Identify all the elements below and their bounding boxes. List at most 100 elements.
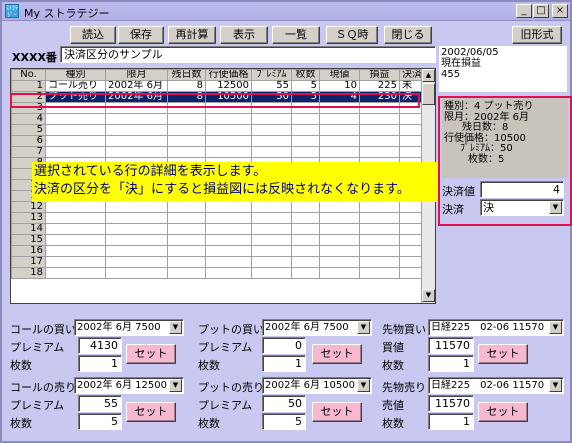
chevron-down-icon[interactable]: ▼ xyxy=(549,201,562,214)
cell-days[interactable] xyxy=(167,124,206,136)
cell-price[interactable] xyxy=(319,146,360,158)
cell-days[interactable] xyxy=(167,223,206,235)
cell-premium[interactable] xyxy=(251,113,292,125)
cell-type[interactable] xyxy=(45,245,106,257)
cell-qty[interactable] xyxy=(291,135,320,147)
put-buy-premium-input[interactable]: 0 xyxy=(262,337,306,354)
put-sell-set-button[interactable]: セット xyxy=(312,402,362,422)
cell-type[interactable] xyxy=(45,113,106,125)
cell-days[interactable] xyxy=(167,201,206,213)
cell-month[interactable] xyxy=(105,113,168,125)
scroll-thumb[interactable] xyxy=(422,83,435,105)
cell-premium[interactable] xyxy=(251,245,292,257)
cell-price[interactable] xyxy=(319,135,360,147)
recalculate-button[interactable]: 再計算 xyxy=(168,26,216,44)
call-buy-qty-input[interactable]: 1 xyxy=(78,355,122,372)
column-header[interactable]: 現値 xyxy=(319,69,360,81)
cell-premium[interactable] xyxy=(251,201,292,213)
cell-type[interactable] xyxy=(45,146,106,158)
cell-premium[interactable] xyxy=(251,212,292,224)
row-number[interactable]: 18 xyxy=(11,267,46,279)
row-number[interactable]: 17 xyxy=(11,256,46,268)
cell-days[interactable] xyxy=(167,234,206,246)
cell-days[interactable]: 8 xyxy=(167,80,206,92)
cell-pl[interactable] xyxy=(359,212,400,224)
table-row[interactable]: 16 xyxy=(11,245,425,257)
chevron-down-icon[interactable]: ▼ xyxy=(169,379,182,392)
column-header[interactable]: 行使価格 xyxy=(205,69,252,81)
cell-price[interactable] xyxy=(319,245,360,257)
cell-pl[interactable] xyxy=(359,201,400,213)
row-number[interactable]: 13 xyxy=(11,212,46,224)
scroll-down-icon[interactable]: ▼ xyxy=(422,289,435,302)
table-row[interactable]: 6 xyxy=(11,135,425,147)
cell-strike[interactable] xyxy=(205,223,252,235)
cell-premium[interactable]: 55 xyxy=(251,80,292,92)
cell-strike[interactable] xyxy=(205,113,252,125)
cell-qty[interactable] xyxy=(291,201,320,213)
table-row[interactable]: 1 コール売り 2002年 6月 8 12500 55 5 10 225 未 xyxy=(11,80,425,92)
cell-month[interactable] xyxy=(105,256,168,268)
chevron-down-icon[interactable]: ▼ xyxy=(549,321,562,334)
cell-premium[interactable] xyxy=(251,135,292,147)
column-header[interactable]: 種別 xyxy=(45,69,106,81)
cell-strike[interactable] xyxy=(205,124,252,136)
row-number[interactable]: 4 xyxy=(11,113,46,125)
old-format-button[interactable]: 旧形式 xyxy=(512,26,562,44)
cell-qty[interactable] xyxy=(291,267,320,279)
row-number[interactable]: 6 xyxy=(11,135,46,147)
cell-premium[interactable] xyxy=(251,256,292,268)
cell-month[interactable] xyxy=(105,135,168,147)
list-button[interactable]: 一覧 xyxy=(272,26,320,44)
cell-price[interactable] xyxy=(319,256,360,268)
table-row[interactable]: 7 xyxy=(11,146,425,158)
column-header[interactable]: No. xyxy=(11,69,46,81)
column-header[interactable]: 損益 xyxy=(359,69,400,81)
strategy-name-input[interactable]: 決済区分のサンプル xyxy=(60,46,436,63)
future-buy-select[interactable]: 日経225 02-06 11570 ▼ xyxy=(428,319,564,336)
cell-type[interactable] xyxy=(45,212,106,224)
cell-type[interactable] xyxy=(45,201,106,213)
cell-strike[interactable] xyxy=(205,245,252,257)
cell-price[interactable] xyxy=(319,113,360,125)
cell-type[interactable] xyxy=(45,223,106,235)
column-header[interactable]: ﾌﾟﾚﾐｱﾑ xyxy=(251,69,292,81)
future-buy-qty-input[interactable]: 1 xyxy=(428,355,474,372)
cell-qty[interactable]: 5 xyxy=(291,80,320,92)
cell-qty[interactable] xyxy=(291,146,320,158)
cell-type[interactable] xyxy=(45,124,106,136)
cell-strike[interactable] xyxy=(205,267,252,279)
cell-month[interactable]: 2002年 6月 xyxy=(105,80,168,92)
cell-days[interactable] xyxy=(167,267,206,279)
cell-strike[interactable] xyxy=(205,146,252,158)
cell-qty[interactable] xyxy=(291,234,320,246)
cell-price[interactable] xyxy=(319,223,360,235)
cell-pl[interactable] xyxy=(359,113,400,125)
settle-type-select[interactable]: 決 ▼ xyxy=(480,199,564,216)
cell-strike[interactable] xyxy=(205,212,252,224)
cell-days[interactable] xyxy=(167,146,206,158)
cell-premium[interactable] xyxy=(251,234,292,246)
title-bar[interactable]: ｽﾄﾗﾃ ｼﾞｰ My ストラテジー _ □ × xyxy=(2,2,570,21)
cell-strike[interactable] xyxy=(205,234,252,246)
row-number[interactable]: 12 xyxy=(11,201,46,213)
settle-price-input[interactable]: 4 xyxy=(480,181,564,198)
cell-pl[interactable]: 225 xyxy=(359,80,400,92)
cell-month[interactable] xyxy=(105,212,168,224)
cell-month[interactable] xyxy=(105,124,168,136)
maximize-button[interactable]: □ xyxy=(533,4,549,18)
cell-strike[interactable]: 12500 xyxy=(205,80,252,92)
row-number[interactable]: 16 xyxy=(11,245,46,257)
cell-days[interactable] xyxy=(167,135,206,147)
cell-qty[interactable] xyxy=(291,113,320,125)
call-sell-select[interactable]: 2002年 6月 12500 ▼ xyxy=(74,377,184,394)
column-header[interactable]: 残日数 xyxy=(167,69,206,81)
cell-days[interactable] xyxy=(167,113,206,125)
chevron-down-icon[interactable]: ▼ xyxy=(169,321,182,334)
cell-type[interactable]: コール売り xyxy=(45,80,106,92)
table-row[interactable]: 5 xyxy=(11,124,425,136)
cell-pl[interactable] xyxy=(359,135,400,147)
save-button[interactable]: 保存 xyxy=(118,26,164,44)
put-sell-qty-input[interactable]: 5 xyxy=(262,413,306,430)
cell-month[interactable] xyxy=(105,223,168,235)
